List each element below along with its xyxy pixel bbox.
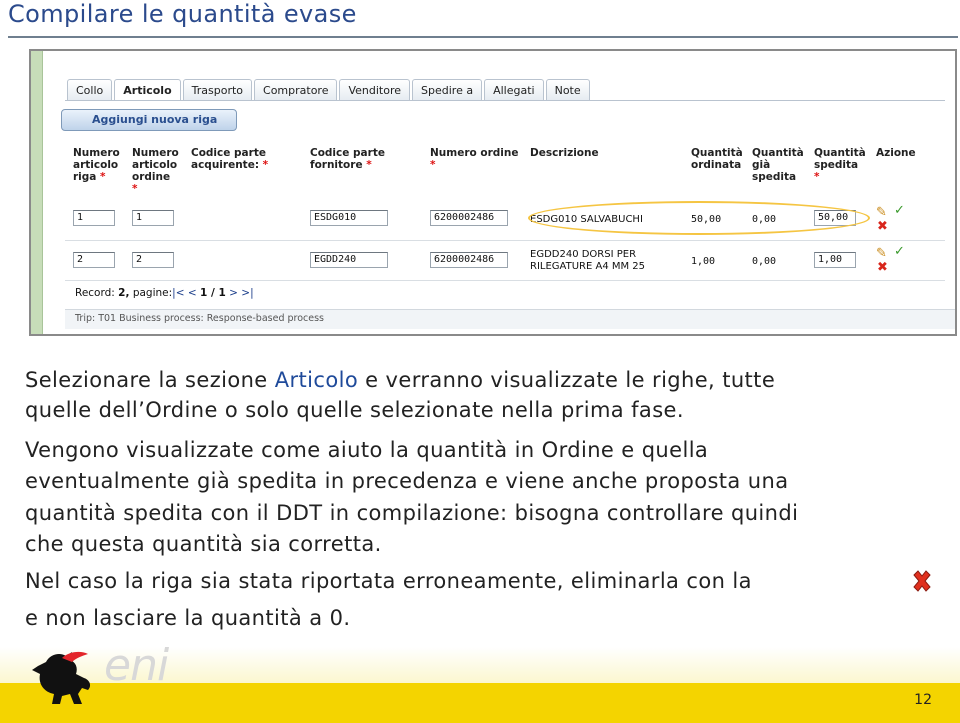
tab-note[interactable]: Note <box>545 79 590 101</box>
col-header-quantita-ordinata: Quantità ordinata <box>691 147 743 171</box>
pager-pages-label: pagine: <box>132 287 173 299</box>
trip-info: Trip: T01 Business process: Response-bas… <box>75 313 325 324</box>
frame-left-bar <box>31 51 43 334</box>
row1-fornitore-field[interactable]: ESDG010 <box>310 210 388 226</box>
row1-confirm-icon[interactable]: ✓ <box>894 204 905 217</box>
row2-riga-field[interactable]: 2 <box>73 252 115 268</box>
pager-last-button[interactable]: >| <box>241 287 253 299</box>
col-header-acquirente: Codice parte acquirente: * <box>191 147 268 171</box>
paragraph-1-line-2: quelle dell’Ordine o solo quelle selezio… <box>25 398 684 422</box>
col-header-riga: Numero articolo riga * <box>73 147 120 183</box>
paragraph-2-line-1: Vengono visualizzate come aiuto la quant… <box>25 438 709 462</box>
tab-articolo[interactable]: Articolo <box>114 79 181 101</box>
paragraph-3-line-1: Nel caso la riga sia stata riportata err… <box>25 569 752 593</box>
delete-icon <box>913 570 931 592</box>
paragraph-1-text-a: Selezionare la sezione <box>25 368 275 392</box>
paragraph-2-line-2: eventualmente già spedita in precedenza … <box>25 469 789 493</box>
required-mark: * <box>814 171 820 183</box>
tab-trasporto[interactable]: Trasporto <box>182 79 253 101</box>
row1-ordine-field[interactable]: 1 <box>132 210 174 226</box>
col-header-azione: Azione <box>876 147 916 159</box>
required-mark: * <box>366 159 372 171</box>
pager-current: 1 / 1 <box>200 287 226 299</box>
col-header-descrizione: Descrizione <box>530 147 599 159</box>
col-header-fornitore: Codice parte fornitore * <box>310 147 385 171</box>
col-header-numero-ordine-label: Numero ordine <box>430 147 519 159</box>
paragraph-1-text-b: e verranno visualizzate le righe, tutte <box>358 368 776 392</box>
row1-numero-ordine-field[interactable]: 6200002486 <box>430 210 508 226</box>
required-mark: * <box>100 171 106 183</box>
eni-dog-logo-icon <box>32 651 91 704</box>
paragraph-2-line-4: che questa quantità sia corretta. <box>25 532 382 556</box>
col-header-ordine-label: Numero articolo ordine <box>132 147 179 183</box>
required-mark: * <box>430 159 436 171</box>
required-mark: * <box>132 183 138 195</box>
row2-descrizione-line1: EGDD240 DORSI PER <box>530 249 637 260</box>
row2-ordine-field[interactable]: 2 <box>132 252 174 268</box>
tab-spedire-a[interactable]: Spedire a <box>412 79 483 101</box>
pager-next-button[interactable]: > <box>229 287 238 299</box>
eni-wordmark: eni <box>104 640 169 691</box>
row2-quantita-spedita-field[interactable]: 1,00 <box>814 252 856 268</box>
col-header-quantita-spedita: Quantità spedita * <box>814 147 866 183</box>
pager-prev-button[interactable]: < <box>188 287 197 299</box>
col-header-fornitore-label: Codice parte fornitore <box>310 147 385 171</box>
tab-allegati[interactable]: Allegati <box>484 79 544 101</box>
ui-screenshot-frame: Collo Articolo Trasporto Compratore Vend… <box>29 49 957 336</box>
title-divider <box>8 36 958 38</box>
slide-title: Compilare le quantità evase <box>8 0 357 28</box>
col-header-numero-ordine: Numero ordine * <box>430 147 518 171</box>
row1-edit-icon[interactable]: ✎ <box>876 206 887 219</box>
pager-record-count: 2, <box>118 287 130 299</box>
required-mark: * <box>262 159 269 171</box>
row2-fornitore-field[interactable]: EGDD240 <box>310 252 388 268</box>
row2-quantita-gia-spedita: 0,00 <box>752 256 777 267</box>
add-row-button[interactable]: Aggiungi nuova riga <box>61 109 237 131</box>
tab-venditore[interactable]: Venditore <box>339 79 411 101</box>
page-number: 12 <box>914 692 932 708</box>
tab-collo[interactable]: Collo <box>67 79 113 101</box>
keyword-articolo: Articolo <box>274 368 359 392</box>
ui-panel: Collo Articolo Trasporto Compratore Vend… <box>43 51 955 334</box>
pager-first-button[interactable]: |< <box>172 287 184 299</box>
row2-delete-icon[interactable]: ✖ <box>877 261 888 274</box>
row-separator <box>65 240 945 241</box>
row1-delete-icon[interactable]: ✖ <box>877 220 888 233</box>
tab-bar: Collo Articolo Trasporto Compratore Vend… <box>67 79 592 101</box>
row2-edit-icon[interactable]: ✎ <box>876 247 887 260</box>
pager-prefix: Record: <box>75 287 115 299</box>
col-header-quantita-spedita-label: Quantità spedita <box>814 147 866 171</box>
row-separator <box>65 280 945 281</box>
quantity-highlight-ellipse <box>528 201 870 235</box>
col-header-ordine: Numero articolo ordine * <box>132 147 179 195</box>
col-header-riga-label: Numero articolo riga <box>73 147 120 183</box>
row2-descrizione-line2: RILEGATURE A4 MM 25 <box>530 261 646 272</box>
row2-quantita-ordinata: 1,00 <box>691 256 716 267</box>
row2-confirm-icon[interactable]: ✓ <box>894 245 905 258</box>
paragraph-2-line-3: quantità spedita con il DDT in compilazi… <box>25 501 799 525</box>
paragraph-3-line-2: e non lasciare la quantità a 0. <box>25 606 351 630</box>
tab-underline <box>65 100 945 101</box>
row2-numero-ordine-field[interactable]: 6200002486 <box>430 252 508 268</box>
col-header-acquirente-label: Codice parte acquirente: <box>191 147 266 171</box>
col-header-quantita-gia-spedita: Quantità già spedita <box>752 147 804 183</box>
tab-compratore[interactable]: Compratore <box>254 79 338 101</box>
row1-riga-field[interactable]: 1 <box>73 210 115 226</box>
paragraph-1-line-1: Selezionare la sezione Articolo e verran… <box>25 364 775 396</box>
pager: Record: 2, pagine:|< < 1 / 1 > >| <box>75 287 254 299</box>
